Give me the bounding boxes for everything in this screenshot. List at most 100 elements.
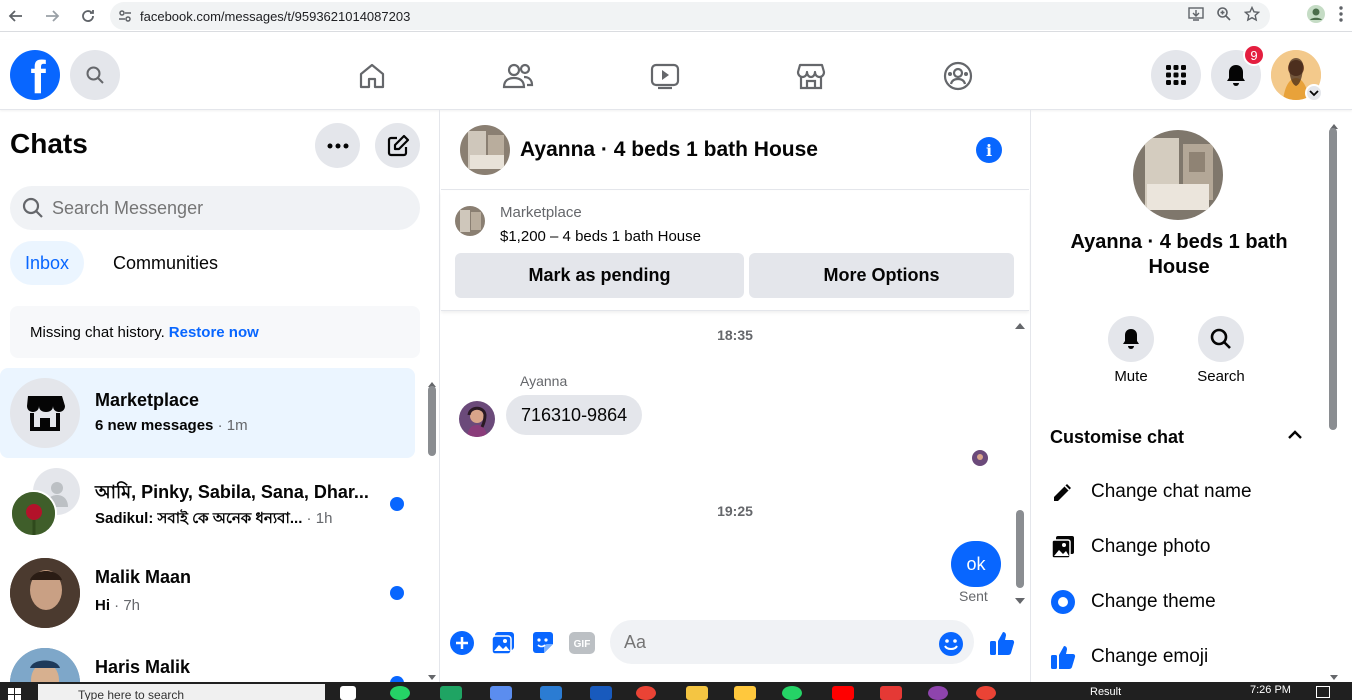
bookmark-star-icon[interactable] (1243, 5, 1261, 26)
sticker-icon[interactable] (530, 630, 556, 656)
reload-icon[interactable] (76, 4, 100, 28)
mark-as-pending-button[interactable]: Mark as pending (455, 253, 744, 298)
watch-video-icon[interactable] (643, 54, 687, 98)
back-icon[interactable] (4, 4, 28, 28)
chat-item-group[interactable]: আমি, Pinky, Sabila, Sana, Dhar... Sadiku… (0, 458, 415, 548)
chrome-icon[interactable] (636, 686, 656, 700)
chat-item-marketplace[interactable]: Marketplace 6 new messages · 1m (0, 368, 415, 458)
photo-icon (1049, 534, 1077, 560)
listing-price-title[interactable]: $1,200 – 4 beds 1 bath House (500, 228, 701, 245)
listing-thumbnail[interactable] (455, 206, 485, 236)
chat-preview: Sadikul: সবাই কে অনেক ধন্যবা... · 1h (95, 507, 332, 532)
account-chevron-icon[interactable] (1305, 84, 1323, 102)
task-view-icon[interactable] (340, 686, 356, 700)
plus-icon[interactable] (449, 630, 475, 656)
mute-label: Mute (1114, 368, 1148, 385)
change-photo-item[interactable]: Change photo (1049, 527, 1210, 567)
notifications-button[interactable]: 9 (1211, 44, 1265, 100)
facebook-logo-icon[interactable]: f (10, 50, 60, 100)
address-bar[interactable]: facebook.com/messages/t/9593621014087203 (110, 2, 1270, 30)
customise-chat-heading[interactable]: Customise chat (1050, 427, 1184, 448)
browser-menu-icon[interactable] (1338, 5, 1344, 28)
bell-icon (1227, 65, 1245, 86)
gif-icon[interactable]: GIF (569, 630, 595, 656)
windows-start-icon[interactable] (8, 688, 22, 700)
scroll-up-arrow[interactable] (1015, 316, 1025, 334)
details-avatar[interactable] (1133, 130, 1223, 220)
chat-time: · 1h (302, 510, 333, 527)
groups-icon[interactable] (936, 54, 980, 98)
marketplace-icon[interactable] (789, 54, 833, 98)
details-scrollbar[interactable] (1329, 128, 1337, 430)
app-purple-icon[interactable] (928, 686, 948, 700)
outgoing-message-bubble[interactable]: ok (951, 541, 1001, 587)
conversation-title[interactable]: Ayanna · 4 beds 1 bath House (520, 138, 818, 162)
file-explorer-icon[interactable] (734, 686, 756, 700)
chat-item-haris-malik[interactable]: Haris Malik (0, 638, 415, 682)
youtube-icon[interactable] (832, 686, 854, 700)
more-options-button[interactable]: More Options (749, 253, 1014, 298)
paint-icon[interactable] (686, 686, 708, 700)
url-text: facebook.com/messages/t/9593621014087203 (140, 8, 411, 24)
notification-center-icon[interactable] (1316, 686, 1330, 698)
new-message-button[interactable] (375, 123, 420, 168)
chat-time: · 1m (213, 417, 248, 434)
timestamp: 19:25 (717, 503, 753, 519)
chevron-up-icon[interactable] (1287, 427, 1303, 448)
marketplace-store-icon (27, 396, 65, 431)
svg-text:GIF: GIF (574, 639, 591, 650)
emoji-icon[interactable] (938, 631, 964, 657)
scroll-down-arrow[interactable] (1015, 592, 1025, 610)
message-input-field[interactable] (610, 620, 974, 664)
search-in-conversation-button[interactable]: Search (1176, 316, 1266, 385)
store-icon[interactable] (540, 686, 562, 700)
search-messenger-field[interactable] (10, 186, 420, 230)
chat-options-button[interactable] (315, 123, 360, 168)
taskbar-search-field[interactable]: Type here to search (38, 684, 325, 700)
menu-grid-button[interactable] (1151, 50, 1201, 100)
install-app-icon[interactable] (1188, 6, 1204, 26)
site-settings-icon[interactable] (110, 9, 140, 23)
conversation-avatar[interactable] (460, 125, 510, 175)
conversation-scrollbar[interactable] (1016, 510, 1024, 588)
outlook-icon[interactable] (590, 686, 612, 700)
chrome-active-icon[interactable] (976, 686, 996, 700)
change-theme-item[interactable]: Change theme (1049, 582, 1216, 622)
app-red-icon[interactable] (880, 686, 902, 700)
chat-name: Haris Malik (95, 657, 191, 677)
whatsapp-icon-2[interactable] (782, 686, 802, 700)
photo-attach-icon[interactable] (490, 630, 516, 656)
tab-communities[interactable]: Communities (113, 241, 218, 285)
profile-icon[interactable] (1306, 4, 1326, 29)
change-emoji-label: Change emoji (1091, 646, 1209, 667)
search-messenger-input[interactable] (52, 197, 392, 219)
chat-name: Malik Maan (95, 567, 192, 587)
taskbar-result-text: Result (1090, 686, 1122, 698)
chat-preview-text: 6 new messages (95, 417, 214, 434)
message-composer: GIF (441, 618, 1029, 682)
change-chat-name-item[interactable]: Change chat name (1049, 472, 1252, 512)
search-facebook-button[interactable] (70, 50, 120, 100)
chats-scrollbar[interactable] (428, 386, 436, 456)
grid-menu-icon (1166, 65, 1186, 85)
chat-item-malik-maan[interactable]: Malik Maan Hi · 7h (0, 548, 415, 638)
home-icon[interactable] (350, 54, 394, 98)
app-icon[interactable] (490, 686, 512, 700)
change-emoji-item[interactable]: Change emoji (1049, 637, 1208, 677)
compose-icon (387, 134, 409, 156)
forward-icon[interactable] (40, 4, 64, 28)
edge-icon[interactable] (440, 686, 462, 700)
tab-inbox[interactable]: Inbox (10, 241, 85, 285)
mute-button[interactable]: Mute (1086, 316, 1176, 385)
whatsapp-icon[interactable] (390, 686, 410, 700)
info-icon[interactable]: i (976, 137, 1002, 163)
message-input[interactable] (624, 631, 924, 653)
restore-now-link[interactable]: Restore now (169, 324, 259, 341)
like-thumbs-up-icon[interactable] (988, 630, 1016, 656)
incoming-message-bubble[interactable]: 716310-9864 (506, 395, 643, 435)
sender-name: Ayanna (520, 373, 568, 389)
friends-icon[interactable] (496, 54, 540, 98)
malik-maan-avatar (10, 558, 80, 628)
zoom-icon[interactable] (1216, 6, 1232, 26)
sender-avatar[interactable] (459, 401, 495, 437)
